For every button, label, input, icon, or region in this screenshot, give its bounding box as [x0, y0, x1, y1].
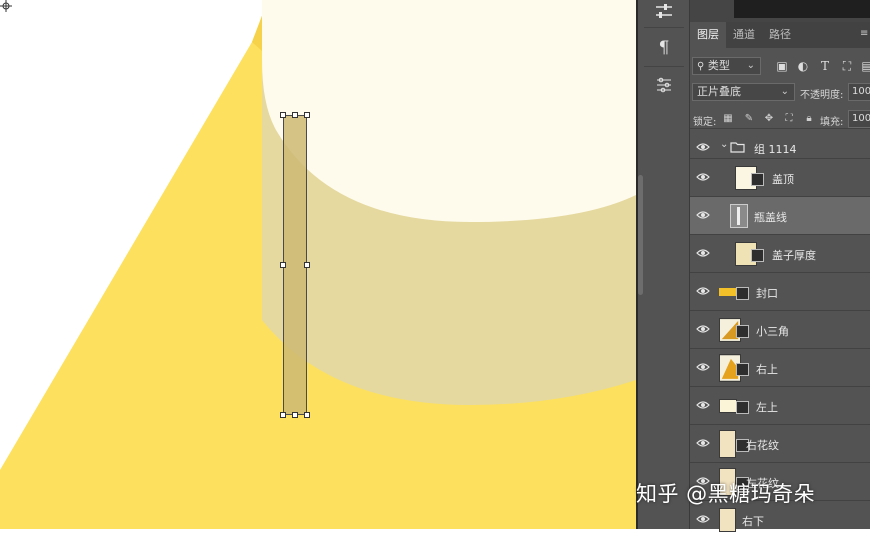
layer-row[interactable]: 盖顶: [690, 158, 870, 196]
visibility-eye-icon[interactable]: [696, 400, 710, 410]
dock-separator: [644, 27, 684, 28]
image-filter-icon[interactable]: ▣: [775, 59, 789, 73]
layer-row[interactable]: 盖子厚度: [690, 234, 870, 272]
visibility-eye-icon[interactable]: [696, 142, 710, 152]
layer-name: 小三角: [756, 325, 789, 338]
vector-mask-icon: [751, 249, 764, 262]
layer-row[interactable]: 小三角: [690, 310, 870, 348]
watermark: 知乎 @黑糖玛奇朵: [636, 482, 816, 506]
handle-top-center[interactable]: [292, 112, 298, 118]
handle-middle-right[interactable]: [304, 262, 310, 268]
layer-name: 盖子厚度: [772, 249, 816, 262]
fill-field[interactable]: 100%: [848, 110, 870, 128]
chevron-down-icon: ⌄: [780, 86, 789, 97]
handle-top-left[interactable]: [280, 112, 286, 118]
layer-name: 左上: [756, 401, 778, 414]
type-filter-icon[interactable]: T: [818, 59, 832, 73]
vector-mask-icon: [751, 173, 764, 186]
vector-mask-icon: [736, 363, 749, 376]
filter-kind-dropdown[interactable]: ⚲ 类型 ⌄: [692, 57, 761, 75]
lock-all-icon[interactable]: 🔒︎: [803, 113, 815, 125]
dock-separator: [644, 66, 684, 67]
chevron-down-icon: ⌄: [746, 60, 755, 71]
top-left-thumb: [719, 399, 737, 413]
tab-paths[interactable]: 路径: [762, 22, 798, 48]
vector-mask-icon: [736, 325, 749, 338]
handle-top-right[interactable]: [304, 112, 310, 118]
adjust-sliders-icon[interactable]: [648, 0, 680, 24]
panel-menu-icon[interactable]: ≡: [860, 28, 868, 39]
layer-row[interactable]: 左上: [690, 386, 870, 424]
document-canvas[interactable]: [0, 0, 636, 529]
layer-name: 右花纹: [746, 439, 779, 452]
right-pattern-thumb: [719, 430, 736, 458]
seal-thumb: [719, 288, 737, 296]
vector-mask-icon: [736, 401, 749, 414]
layer-row[interactable]: 右上: [690, 348, 870, 386]
layer-name: 瓶盖线: [754, 211, 787, 224]
tab-layers[interactable]: 图层: [690, 22, 726, 48]
opacity-label: 不透明度:: [800, 90, 844, 101]
lock-position-icon[interactable]: ✥: [763, 113, 775, 125]
handle-middle-left[interactable]: [280, 262, 286, 268]
properties-icon[interactable]: [648, 72, 680, 98]
lock-artboard-icon[interactable]: ⛶: [783, 113, 795, 125]
layer-row[interactable]: 封口: [690, 272, 870, 310]
lock-transparent-icon[interactable]: ▦: [722, 113, 734, 125]
visibility-eye-icon[interactable]: [696, 362, 710, 372]
group-name: 组 1114: [754, 143, 797, 156]
dock-scrollbar[interactable]: [638, 175, 643, 295]
layers-panel: 图层 通道 路径 ≡ ⚲ 类型 ⌄ ▣ ◐ T ⛶ ▤ 正片叠底 ⌄ 不透明度:…: [690, 0, 870, 532]
visibility-eye-icon[interactable]: [696, 210, 710, 220]
paragraph-icon[interactable]: ¶: [648, 35, 680, 61]
smartobject-filter-icon[interactable]: ▤: [860, 59, 870, 73]
tab-channels[interactable]: 通道: [726, 22, 762, 48]
handle-bottom-left[interactable]: [280, 412, 286, 418]
reference-point-icon[interactable]: [0, 0, 12, 12]
visibility-eye-icon[interactable]: [696, 172, 710, 182]
visibility-eye-icon[interactable]: [696, 438, 710, 448]
vector-mask-icon: [736, 287, 749, 300]
visibility-eye-icon[interactable]: [696, 514, 710, 524]
layer-name: 封口: [756, 287, 778, 300]
layer-row-selected[interactable]: 瓶盖线: [690, 196, 870, 234]
chevron-down-icon[interactable]: ⌄: [720, 139, 728, 150]
handle-bottom-center[interactable]: [292, 412, 298, 418]
visibility-eye-icon[interactable]: [696, 324, 710, 334]
artwork: [0, 0, 636, 529]
search-icon: ⚲: [697, 61, 705, 72]
panel-tabs: 图层 通道 路径 ≡: [690, 22, 870, 48]
lock-image-icon[interactable]: ✎: [743, 113, 755, 125]
blend-mode-dropdown[interactable]: 正片叠底 ⌄: [692, 83, 795, 101]
folder-icon: [730, 142, 745, 153]
opacity-field[interactable]: 100%: [848, 83, 870, 101]
adjustment-filter-icon[interactable]: ◐: [796, 59, 810, 73]
layer-name: 右下: [742, 515, 764, 528]
shape-filter-icon[interactable]: ⛶: [840, 59, 854, 73]
visibility-eye-icon[interactable]: [696, 248, 710, 258]
visibility-eye-icon[interactable]: [696, 286, 710, 296]
fill-label: 填充:: [820, 117, 844, 128]
handle-bottom-right[interactable]: [304, 412, 310, 418]
bottom-right-thumb: [719, 508, 736, 532]
layer-name: 右上: [756, 363, 778, 376]
lock-label: 锁定:: [693, 117, 717, 128]
layer-row[interactable]: 右花纹: [690, 424, 870, 462]
cap-line-thumb: [730, 204, 748, 228]
panel-header: [690, 0, 870, 22]
layer-name: 盖顶: [772, 173, 794, 186]
panel-dock-column: ¶: [638, 0, 690, 529]
